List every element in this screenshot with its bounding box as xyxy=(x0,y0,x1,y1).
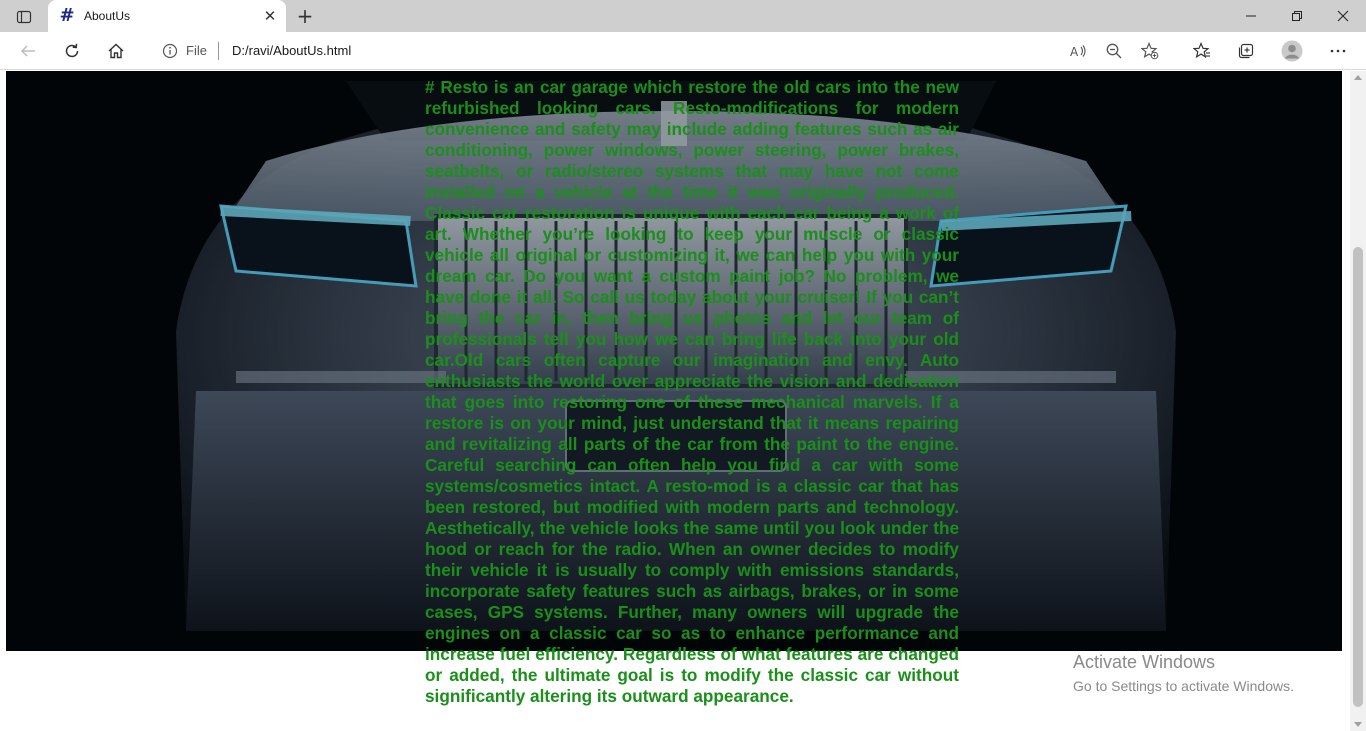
car-hero-image: # Resto is an car garage which restore t… xyxy=(6,71,1342,706)
close-window-icon xyxy=(1337,10,1349,22)
browser-toolbar: File D:/ravi/AboutUs.html A xyxy=(0,32,1366,70)
tab-actions-icon xyxy=(16,10,32,24)
tab-close-button[interactable]: ✕ xyxy=(258,4,282,28)
favorites-button[interactable] xyxy=(1191,40,1213,62)
favorites-icon xyxy=(1193,42,1210,59)
refresh-icon xyxy=(65,43,79,58)
new-tab-button[interactable]: + xyxy=(292,4,318,28)
back-arrow-icon xyxy=(20,45,35,57)
page-scrollbar[interactable] xyxy=(1350,71,1366,731)
scroll-thumb[interactable] xyxy=(1353,247,1363,707)
tab-strip: # AboutUs ✕ + xyxy=(0,0,1366,32)
home-button[interactable] xyxy=(101,36,131,66)
minimize-button[interactable] xyxy=(1228,0,1274,32)
settings-more-button[interactable] xyxy=(1327,40,1349,62)
close-window-button[interactable] xyxy=(1320,0,1366,32)
info-icon[interactable] xyxy=(162,43,178,59)
tab-title: AboutUs xyxy=(84,9,131,23)
scheme-label: File xyxy=(186,43,207,58)
plus-icon: + xyxy=(296,4,314,28)
home-icon xyxy=(108,43,124,59)
restore-button[interactable] xyxy=(1274,0,1320,32)
scroll-down-arrow-icon[interactable] xyxy=(1354,722,1362,727)
read-aloud-button[interactable]: A xyxy=(1068,41,1088,61)
address-bar[interactable]: File D:/ravi/AboutUs.html A xyxy=(146,36,1172,66)
minimize-icon xyxy=(1246,15,1256,17)
activate-windows-watermark: Activate Windows Go to Settings to activ… xyxy=(1073,652,1294,696)
zoom-out-button[interactable] xyxy=(1104,41,1124,61)
avatar-icon xyxy=(1281,40,1303,62)
address-divider xyxy=(218,42,219,60)
activate-windows-title: Activate Windows xyxy=(1073,652,1216,672)
restore-icon xyxy=(1292,11,1302,21)
zoom-out-icon xyxy=(1106,43,1122,59)
tab-favicon-icon: # xyxy=(59,5,75,26)
back-button[interactable] xyxy=(13,36,43,66)
read-aloud-icon: A xyxy=(1070,45,1086,59)
refresh-button[interactable] xyxy=(57,36,87,66)
close-icon: ✕ xyxy=(263,7,277,25)
collections-button[interactable] xyxy=(1235,40,1257,62)
collections-icon xyxy=(1238,43,1254,59)
profile-button[interactable] xyxy=(1281,40,1303,62)
star-add-icon xyxy=(1141,42,1159,60)
svg-text:A: A xyxy=(1070,45,1079,59)
more-dots-icon xyxy=(1330,49,1346,53)
tab-actions-button[interactable] xyxy=(8,6,40,28)
tab-aboutus[interactable]: # AboutUs ✕ xyxy=(48,0,286,32)
page-viewport: # Resto is an car garage which restore t… xyxy=(0,71,1350,731)
url-text[interactable]: D:/ravi/AboutUs.html xyxy=(232,43,351,58)
about-us-paragraph: # Resto is an car garage which restore t… xyxy=(425,77,959,706)
scroll-up-arrow-icon[interactable] xyxy=(1354,75,1362,80)
activate-windows-subtitle: Go to Settings to activate Windows. xyxy=(1073,678,1294,694)
add-favorite-button[interactable] xyxy=(1140,41,1160,61)
